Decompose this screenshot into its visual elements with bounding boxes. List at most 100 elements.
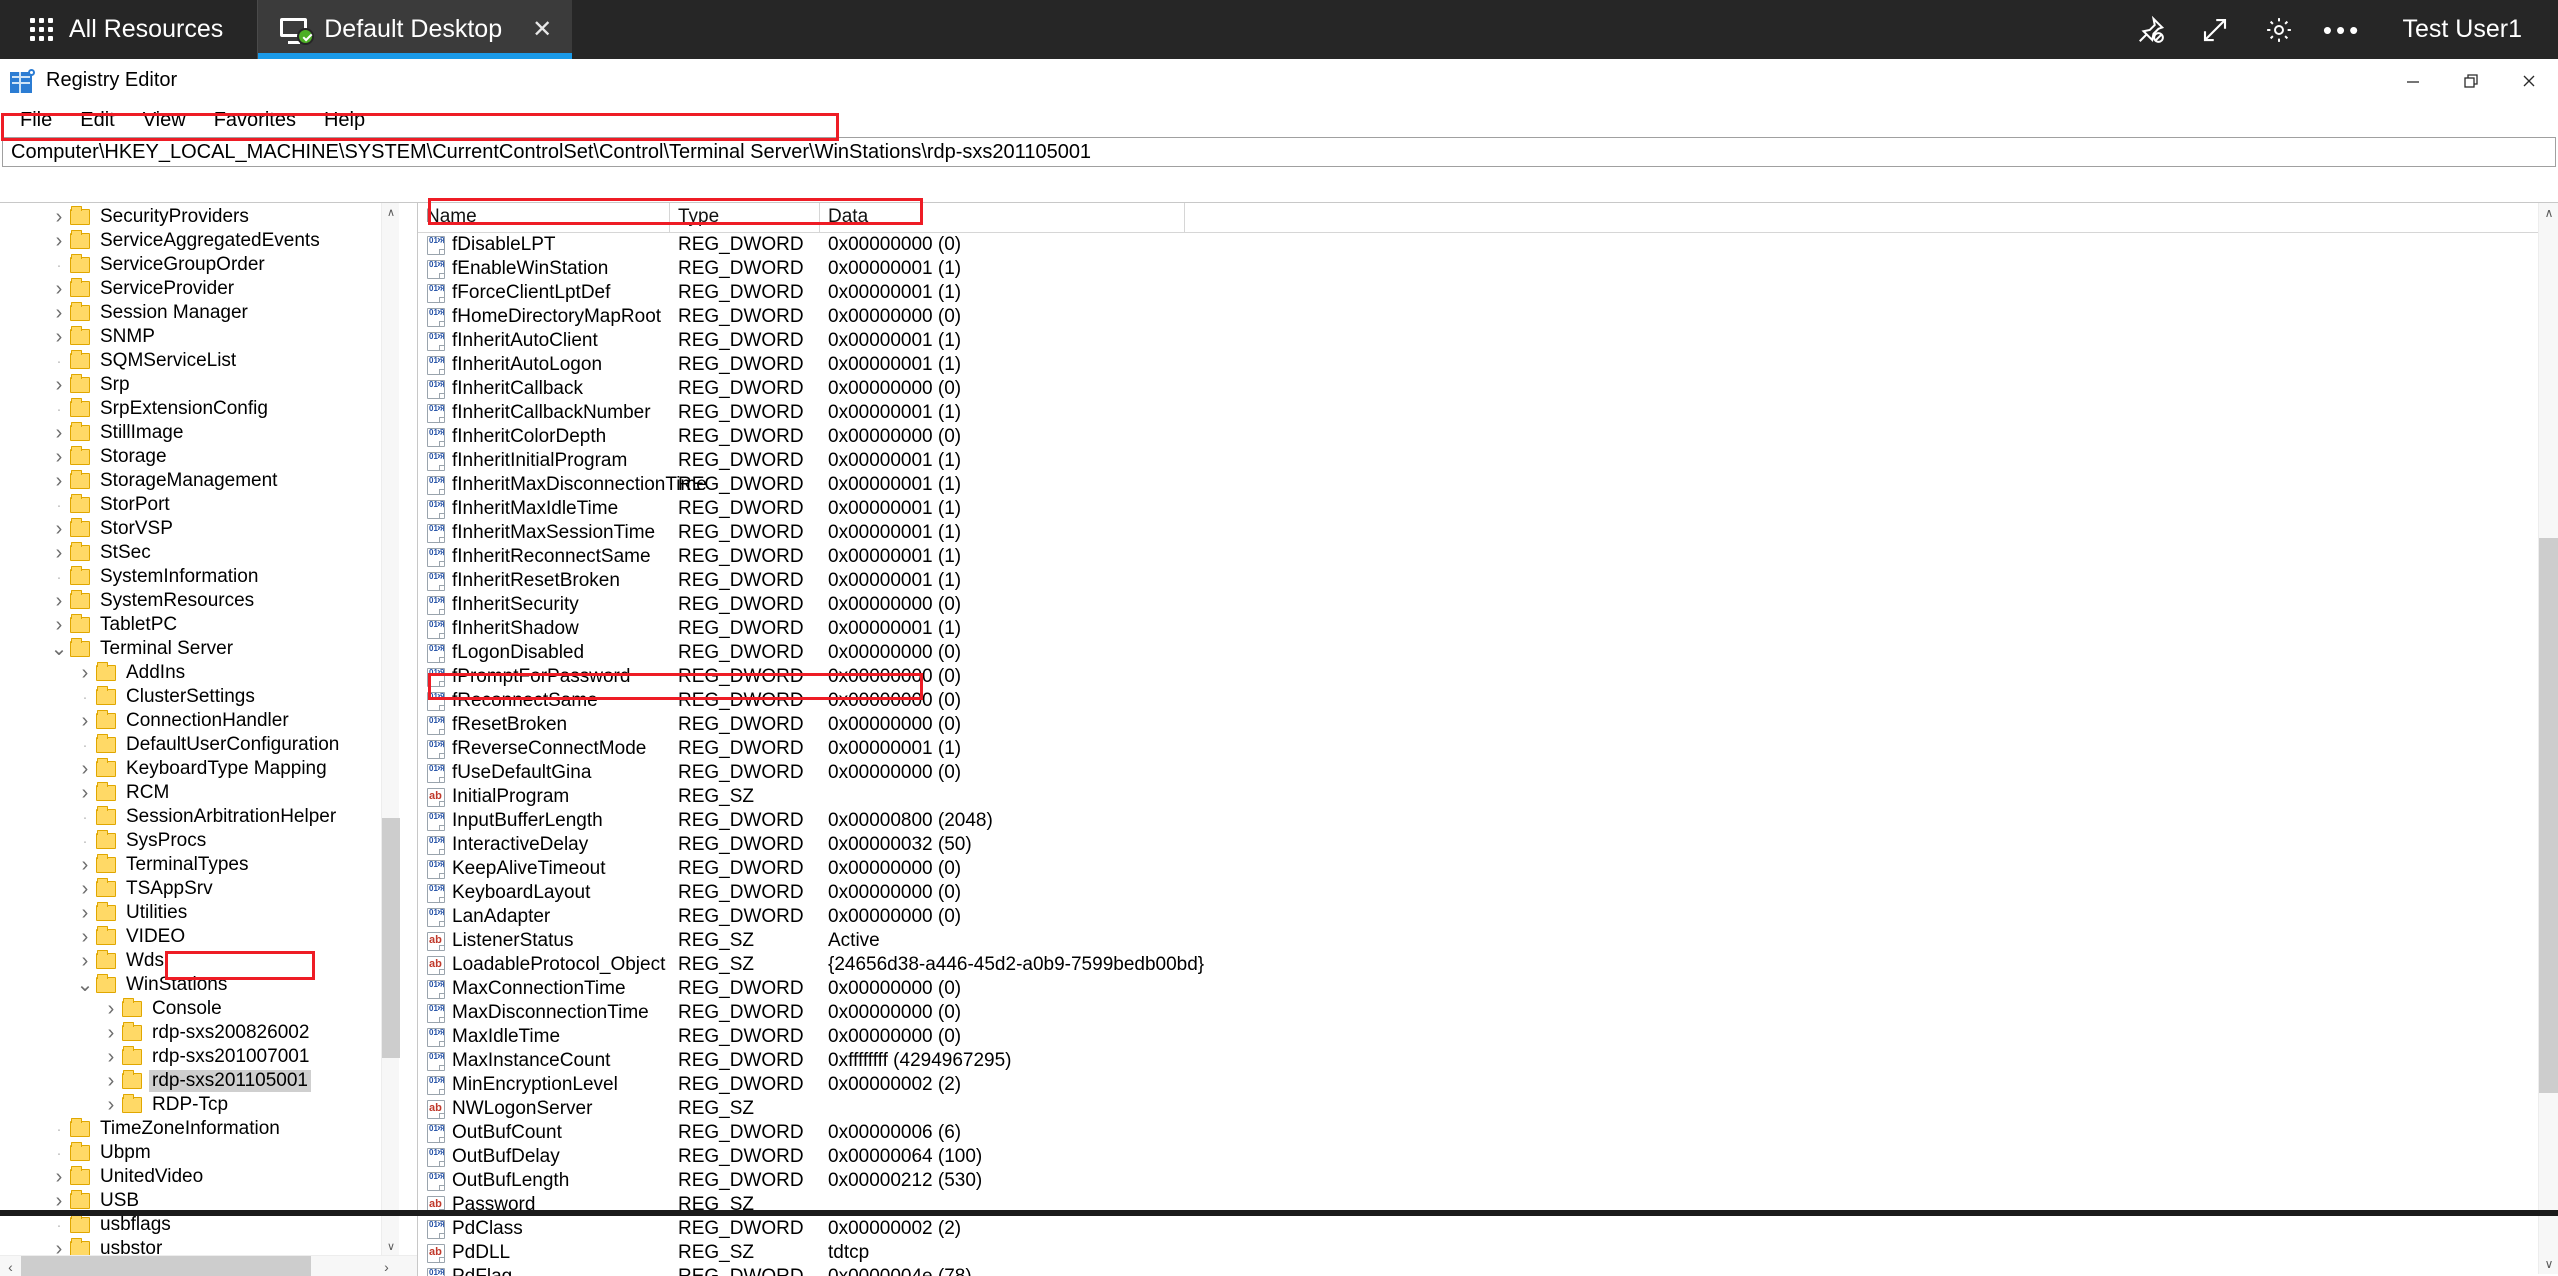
tree-item[interactable]: ⌄WinStations (0, 973, 400, 997)
address-input[interactable]: Computer\HKEY_LOCAL_MACHINE\SYSTEM\Curre… (2, 137, 2556, 167)
close-button[interactable] (2500, 59, 2558, 103)
table-row[interactable]: fInheritSecurityREG_DWORD0x00000000 (0) (418, 593, 2558, 617)
table-row[interactable]: KeyboardLayoutREG_DWORD0x00000000 (0) (418, 881, 2558, 905)
table-row[interactable]: LoadableProtocol_ObjectREG_SZ{24656d38-a… (418, 953, 2558, 977)
chevron-right-icon[interactable]: › (100, 998, 122, 1021)
tree-item[interactable]: ›Srp (0, 373, 400, 397)
gear-icon[interactable] (2247, 0, 2311, 59)
table-row[interactable]: fInheritMaxIdleTimeREG_DWORD0x00000001 (… (418, 497, 2558, 521)
tree-item[interactable]: ·SystemInformation (0, 565, 400, 589)
tree-item[interactable]: ·TimeZoneInformation (0, 1117, 400, 1141)
table-row[interactable]: MaxInstanceCountREG_DWORD0xffffffff (429… (418, 1049, 2558, 1073)
table-row[interactable]: MaxDisconnectionTimeREG_DWORD0x00000000 … (418, 1001, 2558, 1025)
tree-item[interactable]: ›StillImage (0, 421, 400, 445)
tree-scroll-left-icon[interactable]: ‹ (0, 1256, 21, 1276)
tree-item[interactable]: ›TabletPC (0, 613, 400, 637)
chevron-right-icon[interactable]: › (74, 782, 96, 805)
chevron-right-icon[interactable]: › (48, 518, 70, 541)
table-row[interactable]: KeepAliveTimeoutREG_DWORD0x00000000 (0) (418, 857, 2558, 881)
tree-item[interactable]: ›TSAppSrv (0, 877, 400, 901)
values-vertical-scrollbar[interactable]: ∧ ∨ (2538, 203, 2558, 1274)
table-row[interactable]: fEnableWinStationREG_DWORD0x00000001 (1) (418, 257, 2558, 281)
chevron-right-icon[interactable]: › (48, 278, 70, 301)
table-row[interactable]: fInheritMaxSessionTimeREG_DWORD0x0000000… (418, 521, 2558, 545)
tree-item[interactable]: ·SysProcs (0, 829, 400, 853)
tree-item[interactable]: ·ServiceGroupOrder (0, 253, 400, 277)
table-row[interactable]: PdClassREG_DWORD0x00000002 (2) (418, 1217, 2558, 1241)
table-row[interactable]: fInheritResetBrokenREG_DWORD0x00000001 (… (418, 569, 2558, 593)
chevron-right-icon[interactable]: › (100, 1094, 122, 1117)
table-row[interactable]: fDisableLPTREG_DWORD0x00000000 (0) (418, 233, 2558, 257)
tree-item[interactable]: ·Ubpm (0, 1141, 400, 1165)
chevron-right-icon[interactable]: › (48, 614, 70, 637)
table-row[interactable]: fInheritCallbackNumberREG_DWORD0x0000000… (418, 401, 2558, 425)
table-row[interactable]: fUseDefaultGinaREG_DWORD0x00000000 (0) (418, 761, 2558, 785)
table-row[interactable]: MaxConnectionTimeREG_DWORD0x00000000 (0) (418, 977, 2558, 1001)
table-row[interactable]: fHomeDirectoryMapRootREG_DWORD0x00000000… (418, 305, 2558, 329)
tree-item[interactable]: ⌄Terminal Server (0, 637, 400, 661)
tree-item[interactable]: ·SrpExtensionConfig (0, 397, 400, 421)
chevron-right-icon[interactable]: › (74, 950, 96, 973)
table-row[interactable]: fInheritMaxDisconnectionTimeREG_DWORD0x0… (418, 473, 2558, 497)
table-row[interactable]: fInheritShadowREG_DWORD0x00000001 (1) (418, 617, 2558, 641)
tree-item[interactable]: ›Storage (0, 445, 400, 469)
chevron-right-icon[interactable]: › (48, 206, 70, 229)
table-row[interactable]: InitialProgramREG_SZ (418, 785, 2558, 809)
tree-item[interactable]: ›ServiceProvider (0, 277, 400, 301)
table-row[interactable]: fInheritReconnectSameREG_DWORD0x00000001… (418, 545, 2558, 569)
chevron-right-icon[interactable]: › (48, 590, 70, 613)
tree-item[interactable]: ›KeyboardType Mapping (0, 757, 400, 781)
tree-item[interactable]: ›Utilities (0, 901, 400, 925)
more-icon[interactable]: ••• (2311, 0, 2375, 59)
username-label[interactable]: Test User1 (2403, 15, 2522, 44)
chevron-right-icon[interactable]: › (74, 878, 96, 901)
values-scroll-up-icon[interactable]: ∧ (2539, 203, 2558, 223)
chevron-right-icon[interactable]: › (48, 1166, 70, 1189)
chevron-right-icon[interactable]: › (48, 302, 70, 325)
chevron-right-icon[interactable]: › (74, 926, 96, 949)
tree-scroll-right-icon[interactable]: › (376, 1256, 397, 1276)
table-row[interactable]: InteractiveDelayREG_DWORD0x00000032 (50) (418, 833, 2558, 857)
table-row[interactable]: PdFlagREG_DWORD0x0000004e (78) (418, 1265, 2558, 1276)
tree-item[interactable]: ›SecurityProviders (0, 205, 400, 229)
chevron-right-icon[interactable]: › (100, 1046, 122, 1069)
tree-vertical-scrollbar[interactable]: ∧ ∨ (381, 203, 399, 1255)
tree-item[interactable]: ·SessionArbitrationHelper (0, 805, 400, 829)
tree-item[interactable]: ·StorPort (0, 493, 400, 517)
tab-default-desktop[interactable]: Default Desktop ✕ (258, 0, 572, 59)
chevron-down-icon[interactable]: ⌄ (48, 644, 70, 654)
column-header-data[interactable]: Data (820, 203, 1185, 232)
chevron-right-icon[interactable]: › (48, 422, 70, 445)
chevron-right-icon[interactable]: › (48, 542, 70, 565)
values-scroll-thumb[interactable] (2539, 538, 2558, 1093)
tree-item[interactable]: ›ServiceAggregatedEvents (0, 229, 400, 253)
tree-item[interactable]: ›SNMP (0, 325, 400, 349)
tree-item[interactable]: ›rdp-sxs201105001 (0, 1069, 400, 1093)
tree-horizontal-scrollbar[interactable]: ‹ › (0, 1255, 418, 1276)
table-row[interactable]: LanAdapterREG_DWORD0x00000000 (0) (418, 905, 2558, 929)
menu-item-edit[interactable]: Edit (66, 105, 128, 136)
minimize-button[interactable] (2384, 59, 2442, 103)
tree-item[interactable]: ›rdp-sxs201007001 (0, 1045, 400, 1069)
tree-item[interactable]: ›rdp-sxs200826002 (0, 1021, 400, 1045)
column-header-type[interactable]: Type (670, 203, 820, 232)
table-row[interactable]: fInheritCallbackREG_DWORD0x00000000 (0) (418, 377, 2558, 401)
table-row[interactable]: fLogonDisabledREG_DWORD0x00000000 (0) (418, 641, 2558, 665)
tree-scroll-thumb[interactable] (382, 818, 400, 1058)
values-scroll-down-icon[interactable]: ∨ (2539, 1254, 2558, 1274)
menu-item-help[interactable]: Help (310, 105, 379, 136)
table-row[interactable]: OutBufDelayREG_DWORD0x00000064 (100) (418, 1145, 2558, 1169)
tree-item[interactable]: ›ConnectionHandler (0, 709, 400, 733)
chevron-right-icon[interactable]: › (74, 662, 96, 685)
tree-item[interactable]: ›AddIns (0, 661, 400, 685)
chevron-right-icon[interactable]: › (100, 1022, 122, 1045)
table-row[interactable]: OutBufCountREG_DWORD0x00000006 (6) (418, 1121, 2558, 1145)
tab-close-icon[interactable]: ✕ (532, 18, 552, 42)
tree-item[interactable]: ›StorVSP (0, 517, 400, 541)
table-row[interactable]: fInheritAutoClientREG_DWORD0x00000001 (1… (418, 329, 2558, 353)
restore-button[interactable] (2442, 59, 2500, 103)
table-row[interactable]: fReverseConnectModeREG_DWORD0x00000001 (… (418, 737, 2558, 761)
column-header-name[interactable]: Name (418, 203, 670, 232)
tree-item[interactable]: ·DefaultUserConfiguration (0, 733, 400, 757)
tree-hscroll-thumb[interactable] (21, 1256, 311, 1276)
